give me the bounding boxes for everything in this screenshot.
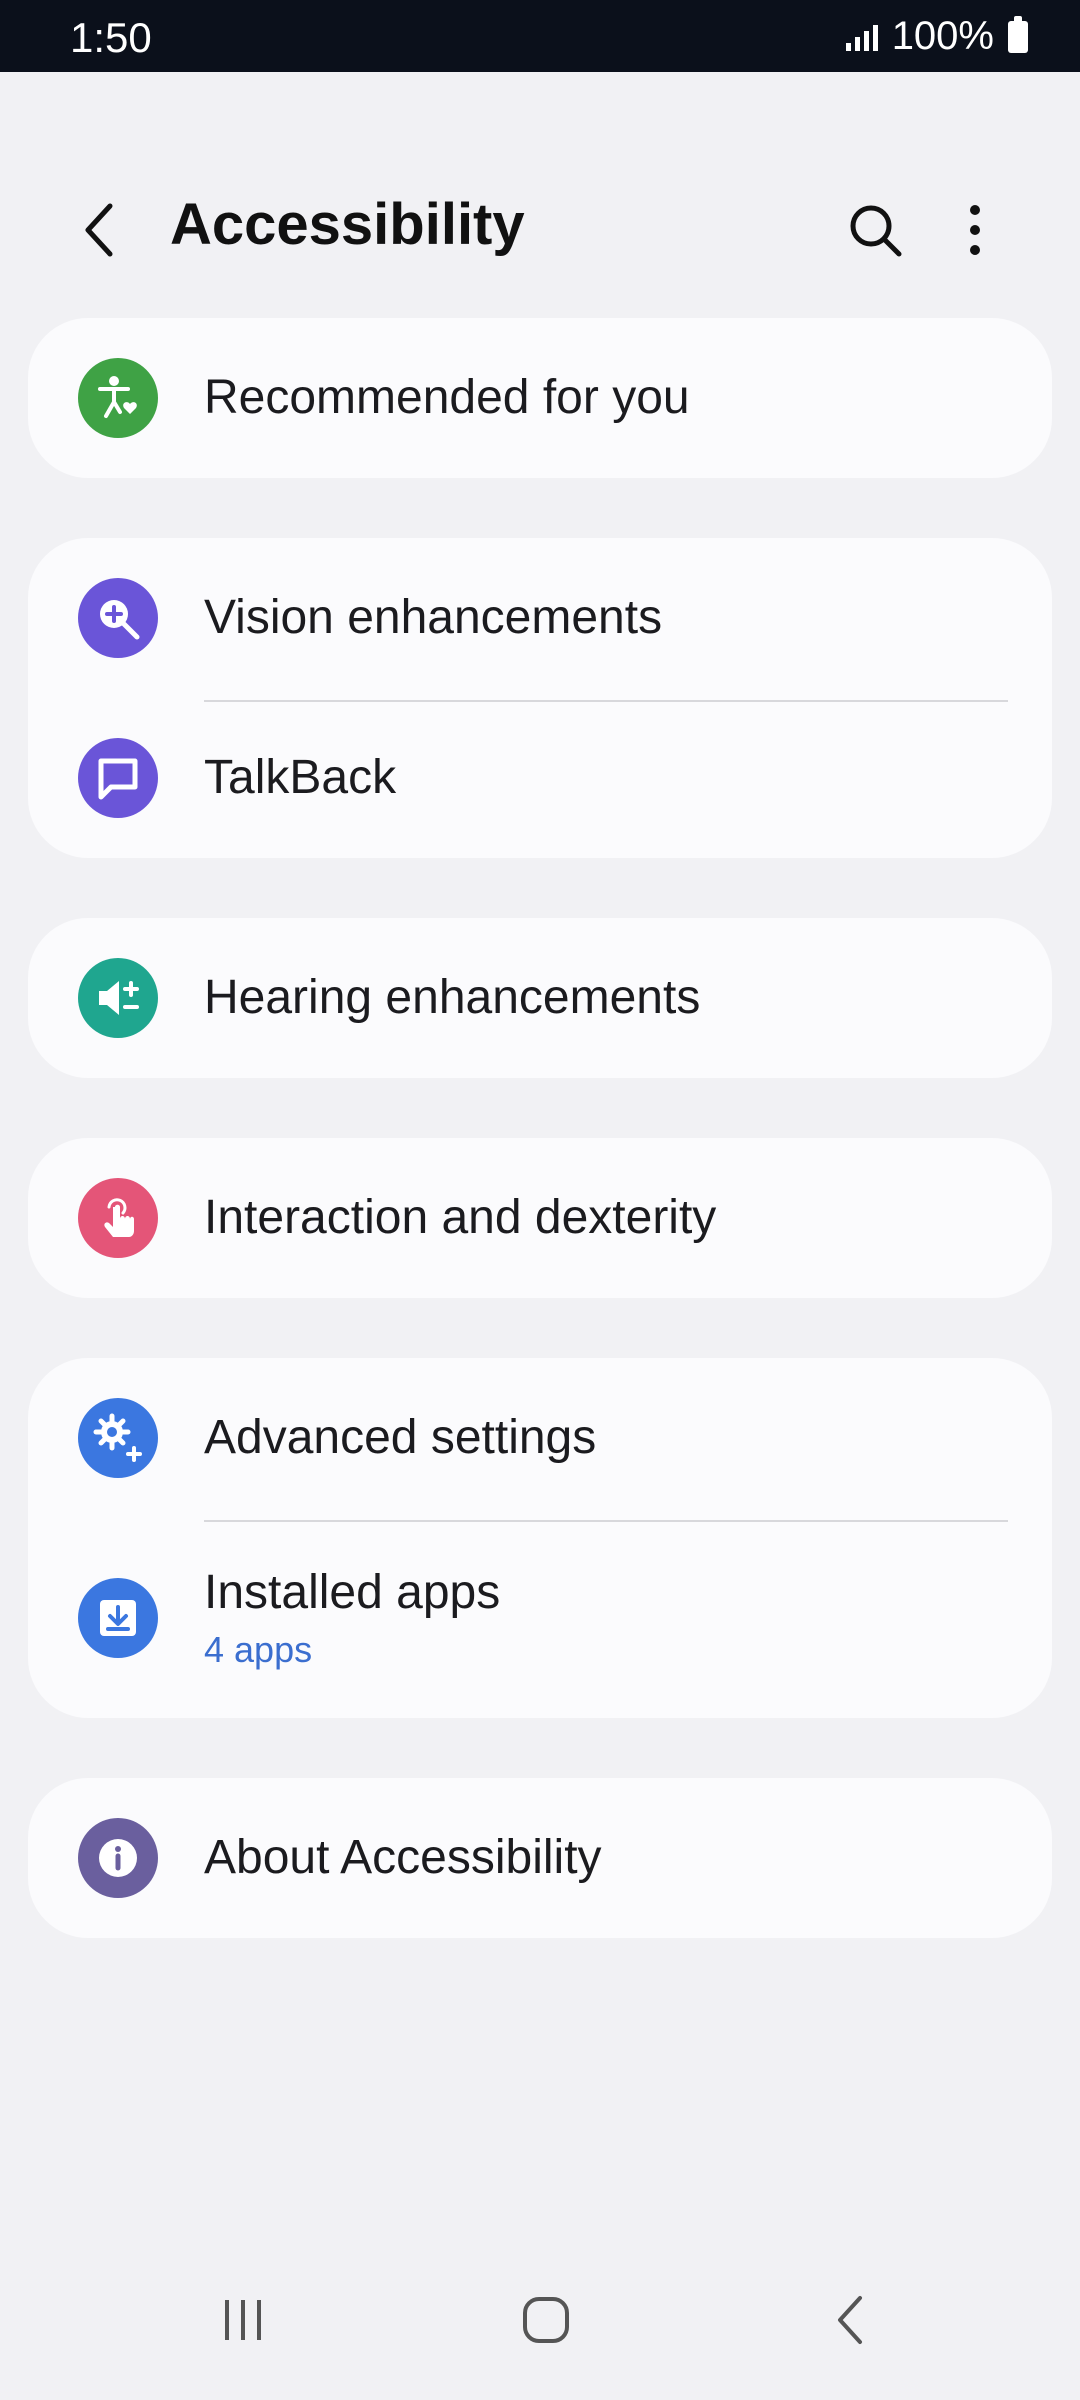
installed-apps-count: 4 apps (204, 1629, 313, 1670)
page-title: Accessibility (170, 192, 525, 257)
advanced-card: Advanced settings Installed apps 4 apps (28, 1358, 1052, 1718)
vision-enhancements-label: Vision enhancements (204, 591, 663, 644)
battery-icon (1008, 15, 1028, 53)
app-header: Accessibility (0, 160, 1080, 290)
accessibility-person-icon (78, 358, 158, 438)
navigation-bar (0, 2250, 1080, 2400)
hearing-enhancements-item[interactable]: Hearing enhancements (28, 918, 1052, 1078)
info-icon (78, 1818, 158, 1898)
interaction-card: Interaction and dexterity (28, 1138, 1052, 1298)
advanced-settings-label: Advanced settings (204, 1411, 597, 1464)
status-bar: 1:50 100% (0, 0, 1080, 72)
interaction-dexterity-item[interactable]: Interaction and dexterity (28, 1138, 1052, 1298)
touch-hand-icon (78, 1178, 158, 1258)
zoom-in-icon (78, 578, 158, 658)
more-options-button[interactable] (935, 190, 1015, 270)
about-accessibility-item[interactable]: About Accessibility (28, 1778, 1052, 1938)
nav-back-button[interactable] (790, 2270, 910, 2370)
status-time: 1:50 (70, 14, 152, 61)
chat-bubble-icon (78, 738, 158, 818)
speaker-icon (78, 958, 158, 1038)
vision-enhancements-item[interactable]: Vision enhancements (28, 538, 1052, 698)
gear-plus-icon (78, 1398, 158, 1478)
about-accessibility-label: About Accessibility (204, 1831, 602, 1884)
search-button[interactable] (835, 190, 915, 270)
recommended-card: Recommended for you (28, 318, 1052, 478)
talkback-label: TalkBack (204, 751, 397, 804)
home-icon (523, 2297, 569, 2343)
recommended-label: Recommended for you (204, 371, 690, 424)
about-card: About Accessibility (28, 1778, 1052, 1938)
more-icon (970, 205, 980, 255)
recents-button[interactable] (183, 2270, 303, 2370)
battery-percentage: 100% (891, 14, 994, 58)
vision-card: Vision enhancements TalkBack (28, 538, 1052, 858)
hearing-card: Hearing enhancements (28, 918, 1052, 1078)
talkback-item[interactable]: TalkBack (28, 698, 1052, 858)
interaction-dexterity-label: Interaction and dexterity (204, 1191, 717, 1244)
nav-back-icon (838, 2296, 862, 2344)
search-icon (850, 205, 902, 257)
download-box-icon (78, 1578, 158, 1658)
signal-icon (845, 23, 878, 51)
home-button[interactable] (486, 2270, 606, 2370)
status-right: 100% (845, 14, 1028, 59)
back-button[interactable] (60, 190, 140, 270)
advanced-settings-item[interactable]: Advanced settings (28, 1358, 1052, 1518)
back-icon (85, 203, 113, 257)
recommended-item[interactable]: Recommended for you (28, 318, 1052, 478)
installed-apps-label: Installed apps (204, 1566, 501, 1619)
hearing-enhancements-label: Hearing enhancements (204, 971, 701, 1024)
installed-apps-item[interactable]: Installed apps 4 apps (28, 1518, 1052, 1718)
recents-icon (225, 2300, 261, 2340)
